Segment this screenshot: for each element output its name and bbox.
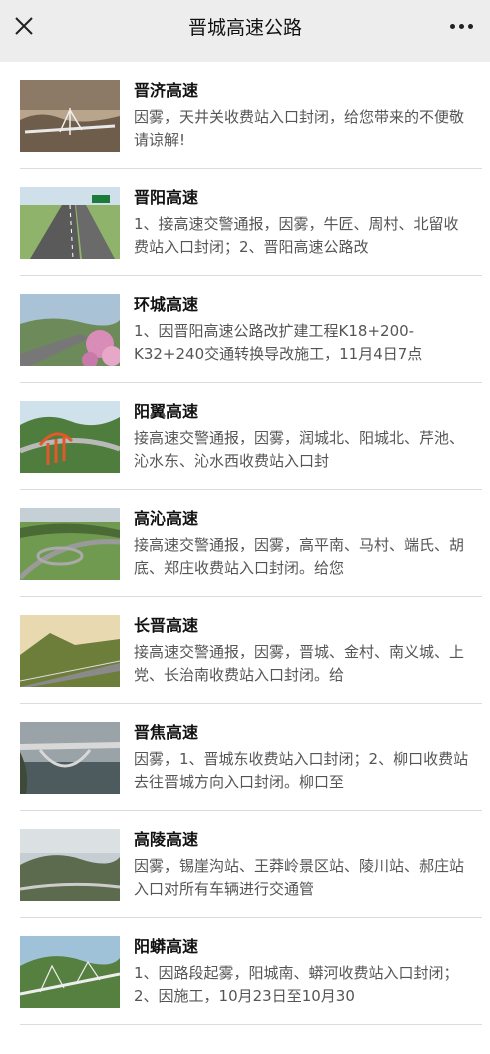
thumbnail-image (20, 722, 120, 794)
item-title: 环城高速 (134, 295, 199, 314)
list-item[interactable]: 高陵高速 因雾，锡崖沟站、王莽岭景区站、陵川站、郝庄站入口对所有车辆进行交通管 (20, 811, 482, 918)
thumbnail-image (20, 615, 120, 687)
item-title: 晋阳高速 (134, 188, 199, 207)
thumbnail-image (20, 294, 120, 366)
item-description: 接高速交警通报，因雾，润城北、阳城北、芹池、沁水东、沁水西收费站入口封 (134, 429, 465, 470)
thumbnail-image (20, 80, 120, 152)
item-title: 高沁高速 (134, 509, 199, 528)
thumbnail-image (20, 187, 120, 259)
list-item[interactable]: 晋济高速 因雾，天井关收费站入口封闭，给您带来的不便敬请谅解! (20, 62, 482, 169)
page-title: 晋城高速公路 (187, 16, 302, 39)
item-title: 长晋高速 (134, 616, 199, 635)
header-bar: 晋城高速公路 (0, 0, 490, 52)
list-item[interactable]: 长晋高速 接高速交警通报，因雾，晋城、金村、南义城、上党、长治南收费站入口封闭。… (20, 597, 482, 704)
item-description: 1、因晋阳高速公路改扩建工程K18+200-K32+240交通转换导改施工，11… (134, 322, 423, 363)
item-title: 晋济高速 (134, 81, 199, 100)
item-description: 因雾，锡崖沟站、王莽岭景区站、陵川站、郝庄站入口对所有车辆进行交通管 (134, 857, 465, 898)
item-title: 高陵高速 (134, 830, 199, 849)
close-button[interactable] (10, 12, 38, 40)
thumbnail-image (20, 829, 120, 901)
list-item[interactable]: 晋焦高速 因雾，1、晋城东收费站入口封闭；2、柳口收费站去往晋城方向入口封闭。柳… (20, 704, 482, 811)
list-item[interactable]: 高沁高速 接高速交警通报，因雾，高平南、马村、端氏、胡底、郑庄收费站入口封闭。给… (20, 490, 482, 597)
more-menu-button[interactable] (446, 13, 476, 39)
list-item[interactable]: 阳蟒高速 1、因路段起雾，阳城南、蟒河收费站入口封闭；2、因施工，10月23日至… (20, 918, 482, 1025)
item-description: 因雾，1、晋城东收费站入口封闭；2、柳口收费站去往晋城方向入口封闭。柳口至 (134, 750, 469, 791)
item-description: 1、接高速交警通报，因雾，牛匠、周村、北留收费站入口封闭；2、晋阳高速公路改 (134, 215, 459, 256)
item-title: 阳翼高速 (134, 402, 199, 421)
list-item[interactable]: 阳翼高速 接高速交警通报，因雾，润城北、阳城北、芹池、沁水东、沁水西收费站入口封 (20, 383, 482, 490)
thumbnail-image (20, 508, 120, 580)
item-description: 接高速交警通报，因雾，晋城、金村、南义城、上党、长治南收费站入口封闭。给 (134, 643, 465, 684)
list-item[interactable]: 环城高速 1、因晋阳高速公路改扩建工程K18+200-K32+240交通转换导改… (20, 276, 482, 383)
thumbnail-image (20, 401, 120, 473)
more-dots-icon (449, 23, 455, 29)
thumbnail-image (20, 936, 120, 1008)
item-title: 晋焦高速 (134, 723, 199, 742)
item-description: 接高速交警通报，因雾，高平南、马村、端氏、胡底、郑庄收费站入口封闭。给您 (134, 536, 465, 577)
item-title: 阳蟒高速 (134, 937, 199, 956)
list-item[interactable]: 晋阳高速 1、接高速交警通报，因雾，牛匠、周村、北留收费站入口封闭；2、晋阳高速… (20, 169, 482, 276)
highway-list: 晋济高速 因雾，天井关收费站入口封闭，给您带来的不便敬请谅解! 晋阳高速 1、接… (0, 62, 490, 1054)
item-description: 因雾，天井关收费站入口封闭，给您带来的不便敬请谅解! (134, 108, 465, 149)
close-icon (15, 17, 33, 35)
item-description: 1、因路段起雾，阳城南、蟒河收费站入口封闭；2、因施工，10月23日至10月30 (134, 964, 459, 1005)
